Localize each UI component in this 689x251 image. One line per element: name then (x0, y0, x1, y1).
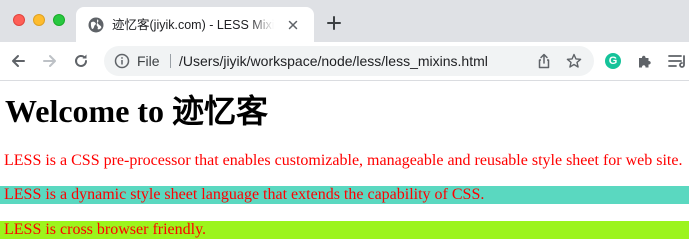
star-icon[interactable] (566, 53, 582, 69)
back-arrow-icon[interactable] (10, 53, 26, 69)
omnibox-divider (170, 54, 171, 68)
window-minimize-button[interactable] (33, 14, 45, 26)
grammarly-extension-icon[interactable]: G (605, 53, 621, 69)
close-icon[interactable] (286, 18, 300, 32)
forward-arrow-icon[interactable] (42, 53, 58, 69)
reading-list-icon[interactable] (668, 53, 689, 69)
globe-icon (88, 17, 104, 33)
page-heading: Welcome to 迹忆客 (5, 93, 269, 129)
tab-strip: 迹忆客(jiyik.com) - LESS Mixins (0, 0, 689, 42)
tab-title: 迹忆客(jiyik.com) - LESS Mixins (112, 18, 274, 32)
paragraph-cross-browser: LESS is cross browser friendly. (0, 221, 689, 239)
address-bar[interactable]: File /Users/jiyik/workspace/node/less/le… (104, 46, 594, 76)
scheme-label: File (137, 53, 160, 69)
page-content: Welcome to 迹忆客 LESS is a CSS pre-process… (0, 81, 689, 251)
active-tab[interactable]: 迹忆客(jiyik.com) - LESS Mixins (76, 7, 314, 42)
url-text[interactable]: /Users/jiyik/workspace/node/less/less_mi… (179, 46, 488, 76)
new-tab-plus-icon[interactable] (326, 15, 342, 31)
window-close-button[interactable] (13, 14, 25, 26)
window-maximize-button[interactable] (53, 14, 65, 26)
reload-icon[interactable] (73, 53, 89, 69)
info-icon[interactable] (114, 53, 130, 69)
paragraph-dynamic-language: LESS is a dynamic style sheet language t… (0, 186, 689, 204)
browser-toolbar: File /Users/jiyik/workspace/node/less/le… (0, 42, 689, 81)
puzzle-icon[interactable] (637, 53, 653, 69)
paragraph-preprocessor: LESS is a CSS pre-processor that enables… (0, 152, 689, 170)
share-icon[interactable] (536, 53, 552, 69)
